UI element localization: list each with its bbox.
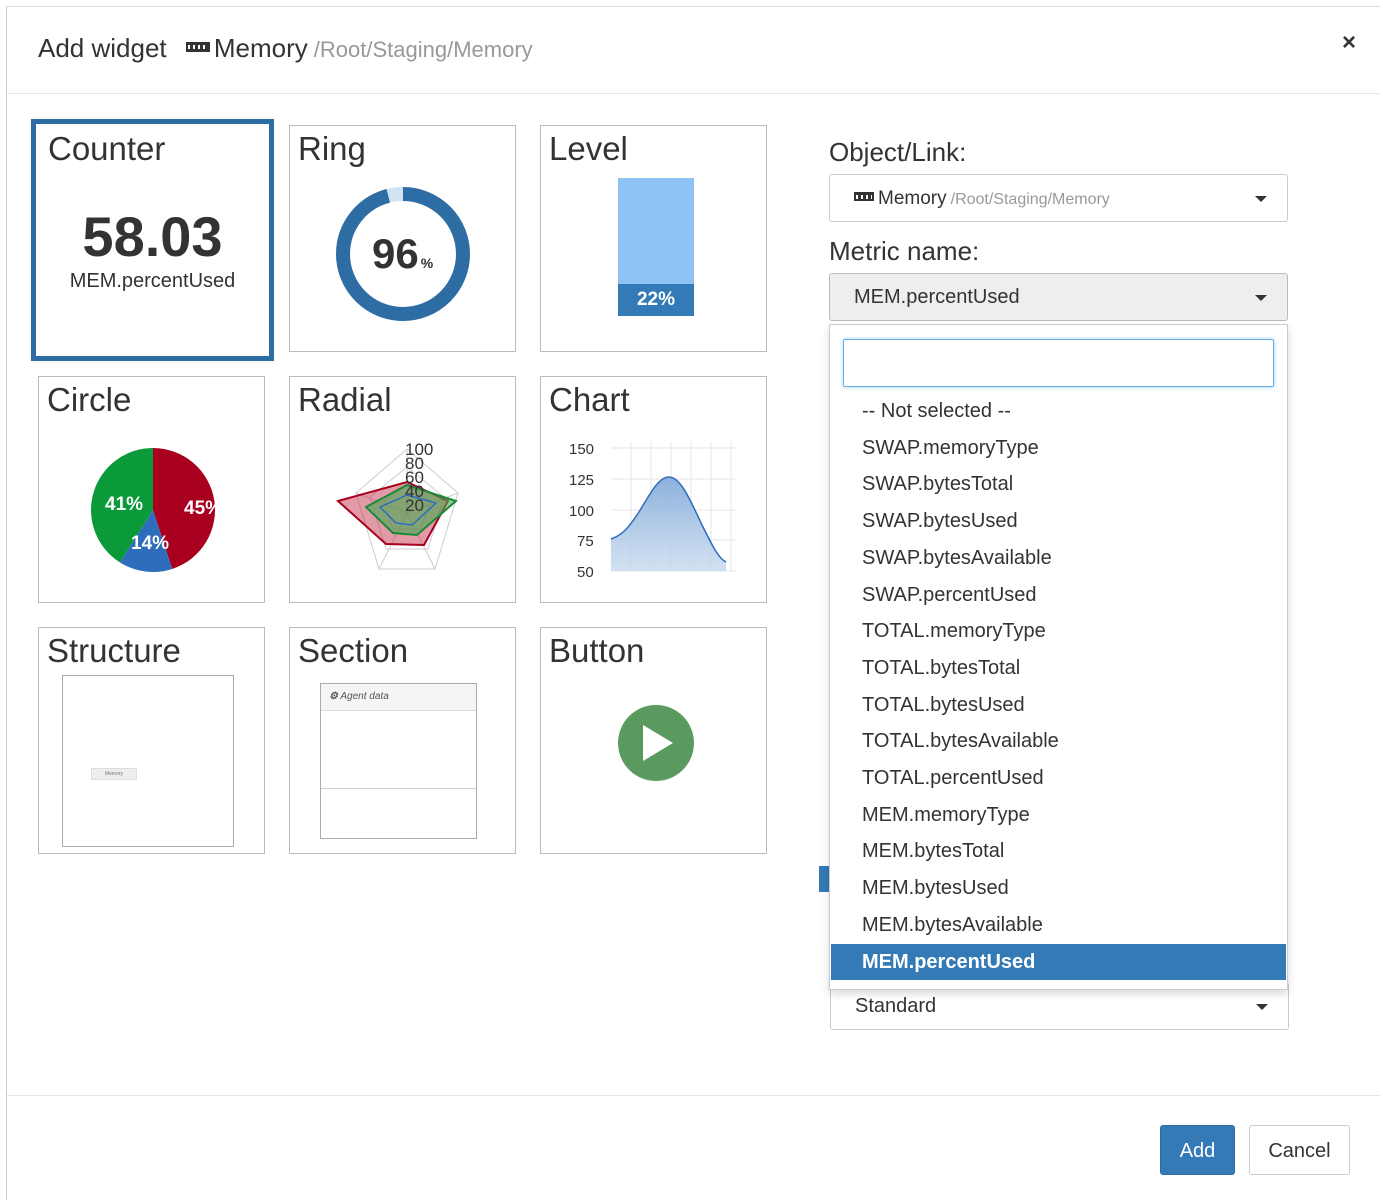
metric-option[interactable]: MEM.bytesTotal: [831, 833, 1286, 869]
chart-ytick-150: 150: [569, 441, 594, 458]
metric-option[interactable]: SWAP.bytesUsed: [831, 503, 1286, 539]
dialog-object: Memory/Root/Staging/Memory: [185, 33, 533, 63]
metric-option[interactable]: TOTAL.bytesAvailable: [831, 723, 1286, 759]
chevron-down-icon: [1255, 196, 1267, 202]
dialog-object-path: /Root/Staging/Memory: [313, 37, 533, 62]
widget-tile-counter[interactable]: Counter 58.03 MEM.percentUsed: [31, 119, 274, 361]
pie-graphic: 45% 14% 41%: [91, 448, 222, 572]
widget-tile-radial[interactable]: Radial 100 80 60 40 20: [289, 376, 516, 603]
dialog-footer-divider: [7, 1095, 1380, 1096]
chart-ytick-50: 50: [577, 564, 594, 581]
structure-preview: Memory: [62, 675, 234, 847]
metric-option[interactable]: -- Not selected --: [831, 393, 1286, 429]
metric-dropdown: -- Not selected -- SWAP.memoryType SWAP.by…: [829, 324, 1288, 990]
widget-tile-section[interactable]: Section ⚙ Agent data: [289, 627, 516, 854]
metric-option[interactable]: TOTAL.bytesUsed: [831, 687, 1286, 723]
object-link-label: Object/Link:: [829, 137, 967, 167]
widget-tile-circle[interactable]: Circle 45% 14% 41%: [38, 376, 265, 603]
structure-preview-label: Memory: [91, 768, 137, 780]
section-preview-header: ⚙ Agent data: [321, 684, 476, 711]
widget-tile-button[interactable]: Button: [540, 627, 767, 854]
memory-icon: [854, 192, 874, 202]
metric-name-label: Metric name:: [829, 236, 980, 266]
section-preview-title: Agent data: [340, 691, 389, 702]
metric-option[interactable]: MEM.percentUsed: [831, 943, 1286, 980]
section-preview-divider: [321, 788, 476, 789]
dialog-header: Add widget Memory/Root/Staging/Memory ×: [7, 7, 1380, 94]
pie-slice-label: 14%: [131, 533, 169, 554]
widget-title-level: Level: [549, 130, 628, 167]
ring-value: 96%: [372, 230, 433, 278]
dialog-title: Add widget Memory/Root/Staging/Memory: [38, 33, 533, 64]
metric-option[interactable]: TOTAL.bytesTotal: [831, 650, 1286, 686]
metric-option[interactable]: MEM.bytesAvailable: [831, 907, 1286, 943]
object-link-select[interactable]: Memory/Root/Staging/Memory: [829, 174, 1288, 222]
counter-metric: MEM.percentUsed: [69, 270, 236, 292]
cancel-button[interactable]: Cancel: [1249, 1125, 1350, 1175]
section-preview-icon: ⚙: [329, 691, 338, 702]
metric-option[interactable]: TOTAL.percentUsed: [831, 760, 1286, 796]
metric-name-value: MEM.percentUsed: [854, 286, 1020, 308]
widget-title-section: Section: [298, 632, 409, 669]
chart-ytick-125: 125: [569, 472, 594, 489]
pie-slice-label: 41%: [105, 494, 143, 515]
counter-value: 58.03: [82, 205, 223, 268]
widget-title-counter: Counter: [48, 130, 166, 167]
metric-name-select[interactable]: MEM.percentUsed: [829, 273, 1288, 321]
widget-tile-chart[interactable]: Chart 150 125 100 75 50: [540, 376, 767, 603]
play-icon: [618, 705, 694, 781]
metric-option[interactable]: SWAP.memoryType: [831, 430, 1286, 466]
dialog-object-name: Memory: [213, 33, 308, 63]
section-preview: ⚙ Agent data: [320, 683, 477, 839]
level-value-label: 22%: [618, 284, 694, 316]
ring-value-unit: %: [420, 255, 434, 271]
metric-option[interactable]: SWAP.percentUsed: [831, 577, 1286, 613]
memory-icon: [185, 42, 210, 53]
dialog-title-text: Add widget: [38, 33, 167, 63]
add-button[interactable]: Add: [1160, 1125, 1235, 1175]
close-icon[interactable]: ×: [1342, 29, 1356, 57]
chevron-down-icon: [1255, 295, 1267, 301]
chart-ytick-100: 100: [569, 503, 594, 520]
widget-tile-level[interactable]: Level 22%: [540, 125, 767, 352]
chevron-down-icon: [1256, 1004, 1268, 1010]
radial-graphic: 100 80 60 40 20: [335, 440, 459, 570]
widget-settings-panel: Object/Link: Memory/Root/Staging/Memory …: [829, 137, 1289, 321]
metric-option[interactable]: SWAP.bytesTotal: [831, 466, 1286, 502]
widget-tile-structure[interactable]: Structure Memory: [38, 627, 265, 854]
ring-value-number: 96: [372, 230, 419, 277]
object-link-path: /Root/Staging/Memory: [950, 191, 1110, 208]
object-link-value: Memory: [878, 188, 947, 209]
chart-ytick-75: 75: [577, 533, 594, 550]
pie-slice-label: 45%: [184, 498, 222, 519]
metric-option[interactable]: SWAP.bytesAvailable: [831, 540, 1286, 576]
radial-tick-20: 20: [405, 496, 424, 515]
widget-tile-ring[interactable]: Ring 96%: [289, 125, 516, 352]
metric-option[interactable]: MEM.memoryType: [831, 797, 1286, 833]
metric-search-input[interactable]: [843, 339, 1274, 387]
chart-area: [611, 477, 726, 571]
widget-title-structure: Structure: [47, 632, 181, 669]
metric-option[interactable]: MEM.bytesUsed: [831, 870, 1286, 906]
style-select-value: Standard: [855, 995, 937, 1017]
chart-graphic: 150 125 100 75 50: [569, 441, 736, 581]
metric-option[interactable]: TOTAL.memoryType: [831, 613, 1286, 649]
